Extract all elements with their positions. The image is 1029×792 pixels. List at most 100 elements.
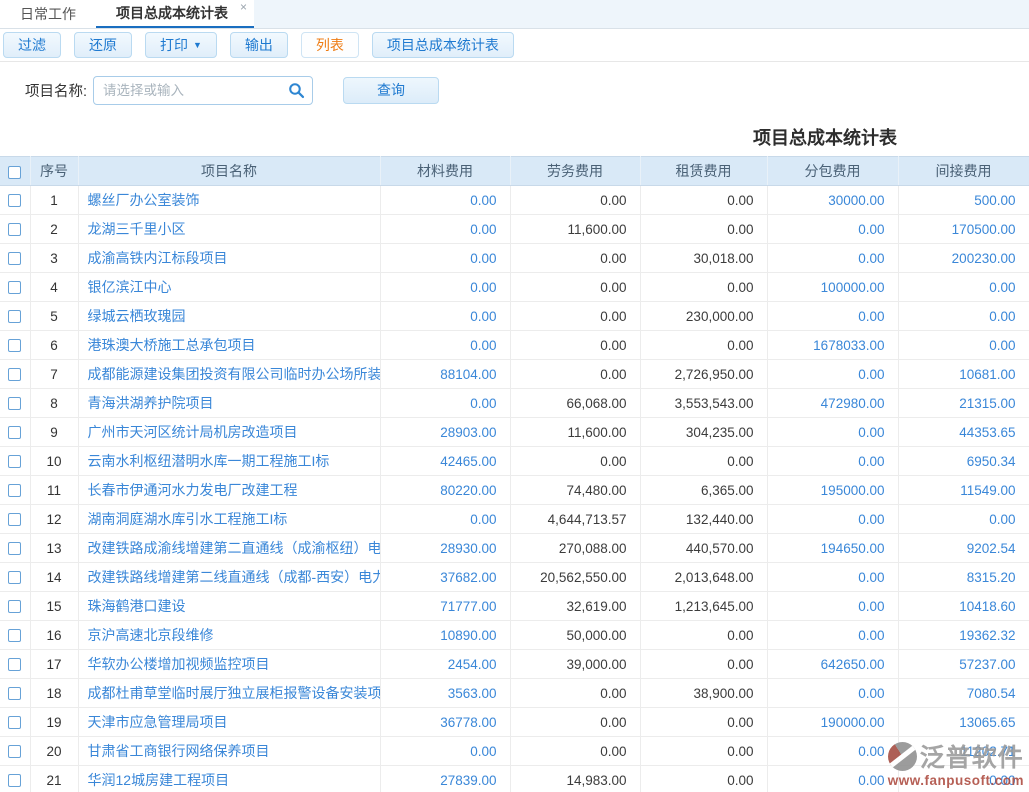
row-index: 5 (30, 302, 78, 331)
project-name-link[interactable]: 成都杜甫草堂临时展厅独立展柜报警设备安装项目 (88, 685, 381, 701)
row-checkbox[interactable] (8, 745, 21, 758)
material-cost-value: 0.00 (380, 505, 510, 534)
tab-daily-work[interactable]: 日常工作 (0, 0, 96, 28)
header-row: 序号 项目名称 材料费用 劳务费用 租赁费用 分包费用 间接费用 (0, 157, 1029, 186)
row-checkbox[interactable] (8, 426, 21, 439)
project-name-link[interactable]: 改建铁路成渝线增建第二直通线（成渝枢纽）电力线路 (88, 540, 381, 556)
material-cost-value: 0.00 (380, 215, 510, 244)
row-checkbox[interactable] (8, 774, 21, 787)
table-row: 13 改建铁路成渝线增建第二直通线（成渝枢纽）电力线路 28930.00 270… (0, 534, 1029, 563)
project-name-link[interactable]: 绿城云栖玫瑰园 (88, 308, 186, 324)
row-checkbox[interactable] (8, 716, 21, 729)
project-name-link[interactable]: 天津市应急管理局项目 (88, 714, 228, 730)
row-checkbox[interactable] (8, 542, 21, 555)
tab-label: 项目总成本统计表 (116, 3, 228, 23)
row-checkbox[interactable] (8, 252, 21, 265)
project-name-link[interactable]: 龙湖三千里小区 (88, 221, 186, 237)
row-index: 6 (30, 331, 78, 360)
row-checkbox[interactable] (8, 339, 21, 352)
rental-cost-value: 1,213,645.00 (640, 592, 767, 621)
search-icon[interactable] (288, 82, 305, 99)
row-checkbox[interactable] (8, 687, 21, 700)
rental-cost-value: 0.00 (640, 447, 767, 476)
query-button[interactable]: 查询 (343, 77, 439, 104)
project-name-link[interactable]: 珠海鹤港口建设 (88, 598, 186, 614)
table-row: 20 甘肃省工商银行网络保养项目 0.00 0.00 0.00 0.00 112… (0, 737, 1029, 766)
filter-button[interactable]: 过滤 (3, 32, 61, 58)
chevron-down-icon: ▼ (193, 41, 202, 50)
project-name-label: 项目名称: (25, 80, 87, 101)
row-checkbox[interactable] (8, 368, 21, 381)
subcontract-cost-value: 190000.00 (767, 708, 898, 737)
row-index: 11 (30, 476, 78, 505)
subcontract-cost-value: 1678033.00 (767, 331, 898, 360)
tab-project-total-cost[interactable]: 项目总成本统计表 × (96, 0, 254, 28)
row-checkbox[interactable] (8, 484, 21, 497)
row-checkbox[interactable] (8, 658, 21, 671)
tab-close-icon[interactable]: × (240, 1, 247, 13)
material-cost-value: 28930.00 (380, 534, 510, 563)
rental-cost-value: 0.00 (640, 708, 767, 737)
print-button[interactable]: 打印 ▼ (145, 32, 217, 58)
export-button[interactable]: 输出 (230, 32, 288, 58)
indirect-cost-value: 21315.00 (898, 389, 1029, 418)
tab-bar: 日常工作 项目总成本统计表 × (0, 0, 1029, 29)
row-checkbox[interactable] (8, 571, 21, 584)
project-name-link[interactable]: 港珠澳大桥施工总承包项目 (88, 337, 256, 353)
row-index: 7 (30, 360, 78, 389)
row-checkbox[interactable] (8, 397, 21, 410)
project-name-link[interactable]: 青海洪湖养护院项目 (88, 395, 214, 411)
row-checkbox[interactable] (8, 600, 21, 613)
row-checkbox[interactable] (8, 194, 21, 207)
material-cost-value: 0.00 (380, 186, 510, 215)
row-index: 17 (30, 650, 78, 679)
subcontract-cost-value: 642650.00 (767, 650, 898, 679)
project-name-link[interactable]: 华润12城房建工程项目 (88, 772, 230, 788)
labor-cost-value: 11,600.00 (510, 418, 640, 447)
project-name-link[interactable]: 甘肃省工商银行网络保养项目 (88, 743, 270, 759)
project-name-link[interactable]: 长春市伊通河水力发电厂改建工程 (88, 482, 298, 498)
project-name-link[interactable]: 湖南洞庭湖水库引水工程施工I标 (88, 511, 288, 527)
row-checkbox[interactable] (8, 513, 21, 526)
select-all-checkbox[interactable] (8, 166, 21, 179)
labor-cost-value: 0.00 (510, 447, 640, 476)
project-name-input[interactable] (93, 76, 313, 105)
list-button[interactable]: 列表 (301, 32, 359, 58)
subcontract-cost-value: 0.00 (767, 592, 898, 621)
rental-cost-value: 0.00 (640, 331, 767, 360)
table-row: 5 绿城云栖玫瑰园 0.00 0.00 230,000.00 0.00 0.00 (0, 302, 1029, 331)
project-name-link[interactable]: 螺丝厂办公室装饰 (88, 192, 200, 208)
row-checkbox[interactable] (8, 281, 21, 294)
col-header-rental-cost: 租赁费用 (640, 157, 767, 186)
project-name-link[interactable]: 银亿滨江中心 (88, 279, 172, 295)
row-checkbox[interactable] (8, 455, 21, 468)
row-index: 15 (30, 592, 78, 621)
table-row: 7 成都能源建设集团投资有限公司临时办公场所装修改造 88104.00 0.00… (0, 360, 1029, 389)
report-button[interactable]: 项目总成本统计表 (372, 32, 514, 58)
row-index: 8 (30, 389, 78, 418)
row-checkbox[interactable] (8, 310, 21, 323)
indirect-cost-value: 9202.54 (898, 534, 1029, 563)
indirect-cost-value: 11202.71 (898, 737, 1029, 766)
table-row: 15 珠海鹤港口建设 71777.00 32,619.00 1,213,645.… (0, 592, 1029, 621)
row-index: 16 (30, 621, 78, 650)
restore-button[interactable]: 还原 (74, 32, 132, 58)
row-checkbox[interactable] (8, 629, 21, 642)
table-row: 4 银亿滨江中心 0.00 0.00 0.00 100000.00 0.00 (0, 273, 1029, 302)
rental-cost-value: 230,000.00 (640, 302, 767, 331)
project-name-link[interactable]: 改建铁路线增建第二线直通线（成都-西安）电力线路 (88, 569, 381, 585)
project-name-link[interactable]: 成渝高铁内江标段项目 (88, 250, 228, 266)
indirect-cost-value: 8315.20 (898, 563, 1029, 592)
project-name-link[interactable]: 广州市天河区统计局机房改造项目 (88, 424, 298, 440)
indirect-cost-value: 0.00 (898, 331, 1029, 360)
project-name-link[interactable]: 云南水利枢纽潜明水库一期工程施工I标 (88, 453, 330, 469)
material-cost-value: 27839.00 (380, 766, 510, 792)
labor-cost-value: 4,644,713.57 (510, 505, 640, 534)
project-name-link[interactable]: 京沪高速北京段维修 (88, 627, 214, 643)
table-row: 6 港珠澳大桥施工总承包项目 0.00 0.00 0.00 1678033.00… (0, 331, 1029, 360)
project-name-link[interactable]: 华软办公楼增加视频监控项目 (88, 656, 270, 672)
table-row: 3 成渝高铁内江标段项目 0.00 0.00 30,018.00 0.00 20… (0, 244, 1029, 273)
row-checkbox[interactable] (8, 223, 21, 236)
project-name-link[interactable]: 成都能源建设集团投资有限公司临时办公场所装修改造 (88, 366, 381, 382)
labor-cost-value: 74,480.00 (510, 476, 640, 505)
